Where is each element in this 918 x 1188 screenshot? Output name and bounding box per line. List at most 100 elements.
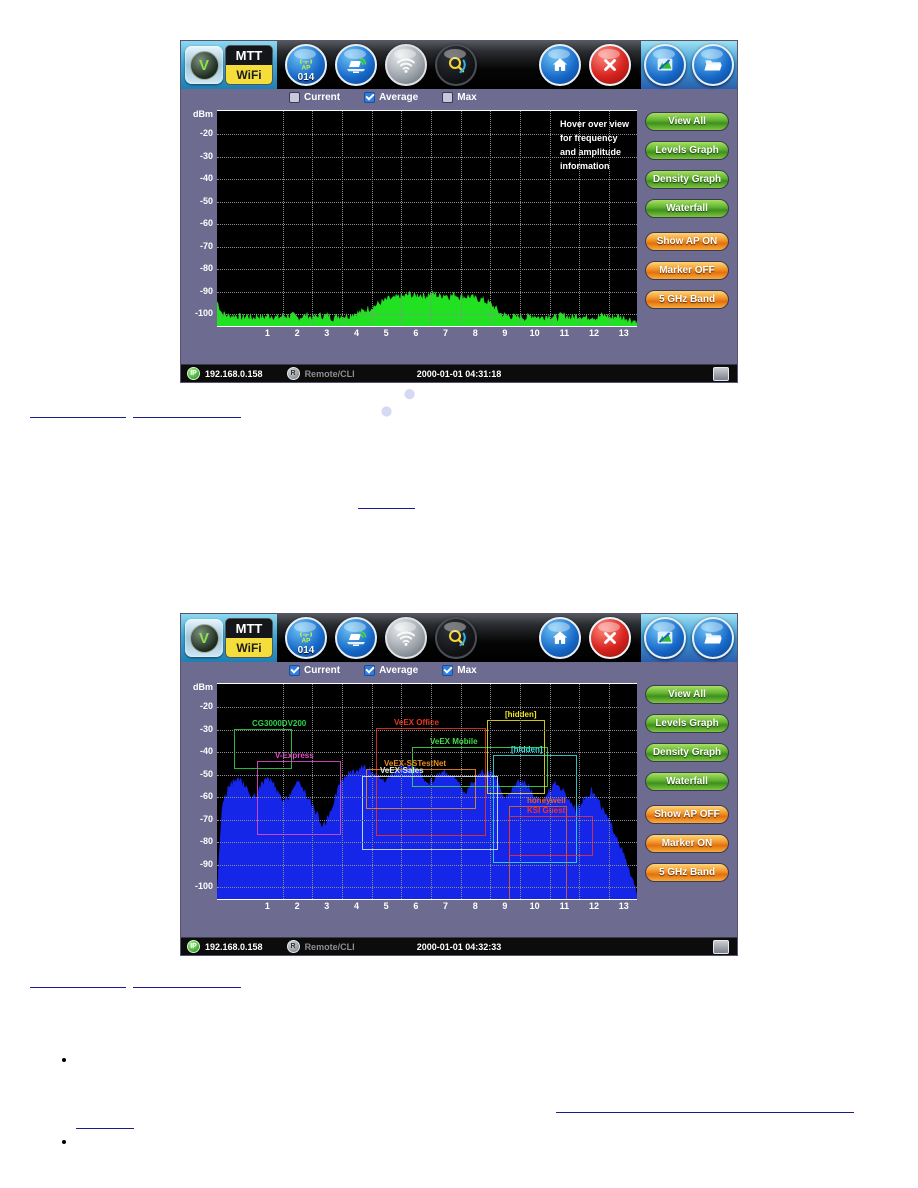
mode-current[interactable]: Current <box>289 92 340 103</box>
spectrum-chart-icon[interactable] <box>644 44 686 86</box>
grid-line-horizontal <box>217 246 637 248</box>
grid-line-vertical <box>549 684 551 899</box>
mode-average-label: Average <box>379 92 419 103</box>
spectrum-chart-icon[interactable] <box>644 617 686 659</box>
x-tick-ch10: 10 <box>529 901 540 911</box>
wifi-signal-icon[interactable] <box>385 44 427 86</box>
document-hyperlink[interactable] <box>30 987 126 988</box>
checkbox-current[interactable] <box>289 665 300 676</box>
band-select-button[interactable]: 5 GHz Band <box>645 290 729 309</box>
levels-graph-button[interactable]: Levels Graph <box>645 141 729 160</box>
grid-line-vertical <box>460 684 462 899</box>
screenshot-icon[interactable] <box>713 366 729 381</box>
ap-antenna-icon[interactable]: AP 014 <box>285 617 327 659</box>
spectrum-graph-2[interactable]: dBm -20 -30 -40 -50 -60 -70 -80 -90 -100 CG3000D… <box>181 679 637 938</box>
list-bullet <box>62 1058 66 1062</box>
density-graph-button[interactable]: Density Graph <box>645 170 729 189</box>
checkbox-max[interactable] <box>442 665 454 676</box>
home-icon[interactable] <box>539 44 581 86</box>
checkbox-average[interactable] <box>364 665 376 676</box>
grid-line-horizontal <box>217 179 637 180</box>
mode-average[interactable]: Average <box>364 92 418 103</box>
x-tick-ch5: 5 <box>383 328 389 338</box>
show-ap-toggle-button[interactable]: Show AP ON <box>645 232 729 251</box>
view-all-button[interactable]: View All <box>645 685 729 704</box>
vex-logo-button[interactable]: V <box>185 46 223 84</box>
laptop-signal-icon[interactable] <box>335 617 377 659</box>
checkbox-max[interactable] <box>442 92 454 103</box>
trace-mode-checkboxes: Current Average Max <box>181 89 737 106</box>
document-hyperlink[interactable] <box>133 987 241 988</box>
y-tick-neg20: -20 <box>199 128 213 138</box>
document-hyperlink[interactable] <box>556 1112 854 1113</box>
grid-line-vertical <box>282 111 284 326</box>
y-tick-neg20: -20 <box>199 701 213 711</box>
y-tick-neg90: -90 <box>199 285 213 296</box>
wifi-signal-icon[interactable] <box>385 617 427 659</box>
x-tick-ch6: 6 <box>413 901 419 911</box>
y-tick-neg60: -60 <box>199 218 213 228</box>
home-icon[interactable] <box>539 617 581 659</box>
band-select-button[interactable]: 5 GHz Band <box>645 863 729 882</box>
marker-toggle-button[interactable]: Marker ON <box>645 834 729 853</box>
ap-antenna-icon[interactable]: AP 014 <box>285 44 327 86</box>
close-icon[interactable] <box>589 44 631 86</box>
x-tick-ch9: 9 <box>502 901 508 911</box>
marker-toggle-button[interactable]: Marker OFF <box>645 261 729 280</box>
graph-plot-area-2[interactable]: CG3000DV200 V-Express VeEX Office VeEX Mobi… <box>217 683 637 900</box>
magnifier-icon[interactable] <box>435 617 477 659</box>
show-ap-toggle-button[interactable]: Show AP OFF <box>645 805 729 824</box>
grid-line-horizontal <box>217 314 637 315</box>
vex-logo-icon: V <box>189 623 219 653</box>
status-bar-1: IP 192.168.0.158 R Remote/CLI 2000-01-01… <box>181 364 737 382</box>
mode-average[interactable]: Average <box>364 665 418 676</box>
magnifier-icon[interactable] <box>435 44 477 86</box>
mode-max[interactable]: Max <box>442 92 477 103</box>
toolbar-app-shortcuts <box>641 614 737 662</box>
x-tick-ch6: 6 <box>413 328 419 338</box>
mode-max[interactable]: Max <box>442 665 477 676</box>
close-icon[interactable] <box>589 617 631 659</box>
checkbox-current[interactable] <box>289 92 300 103</box>
view-all-button[interactable]: View All <box>645 112 729 131</box>
screenshot-icon[interactable] <box>713 939 729 954</box>
toolbar-window-controls <box>539 44 631 86</box>
spectrum-graph-1[interactable]: dBm -20 -30 -40 -50 -60 -70 -80 -90 -100 Hover o… <box>181 106 637 365</box>
device-screenshot-average: V MTT WiFi AP 014 Current Average Max dB… <box>180 40 738 383</box>
checkbox-average[interactable] <box>364 92 376 103</box>
grid-line-vertical <box>609 684 611 899</box>
device-toolbar: V MTT WiFi AP 014 <box>181 41 737 89</box>
waterfall-button[interactable]: Waterfall <box>645 772 729 791</box>
y-tick-neg60: -60 <box>199 791 213 801</box>
grid-line-horizontal <box>217 864 637 866</box>
list-bullet <box>62 1140 66 1144</box>
datetime-label: 2000-01-01 04:31:18 <box>416 368 502 379</box>
grid-line-vertical <box>312 111 314 326</box>
y-tick-neg100: -100 <box>194 881 213 891</box>
document-hyperlink[interactable] <box>30 417 126 418</box>
y-tick-neg50: -50 <box>199 768 213 779</box>
grid-line-vertical <box>490 684 492 899</box>
grid-line-vertical <box>490 111 492 326</box>
graph-plot-area-1[interactable]: Hover over view for frequency and amplit… <box>217 110 637 327</box>
grid-line-vertical <box>341 111 343 326</box>
status-bar-2: IP 192.168.0.158 R Remote/CLI 2000-01-01… <box>181 937 737 955</box>
open-folder-icon[interactable] <box>692 44 734 86</box>
x-tick-ch11: 11 <box>559 901 570 911</box>
x-tick-ch5: 5 <box>383 901 389 911</box>
grid-line-vertical <box>609 111 611 326</box>
mode-current[interactable]: Current <box>289 665 340 676</box>
open-folder-icon[interactable] <box>692 617 734 659</box>
levels-graph-button[interactable]: Levels Graph <box>645 714 729 733</box>
vex-logo-button[interactable]: V <box>185 619 223 657</box>
document-hyperlink[interactable] <box>133 417 241 418</box>
x-tick-ch3: 3 <box>324 328 330 338</box>
x-tick-ch1: 1 <box>264 328 270 338</box>
density-graph-button[interactable]: Density Graph <box>645 743 729 762</box>
document-hyperlink[interactable] <box>358 508 415 509</box>
laptop-signal-icon[interactable] <box>335 44 377 86</box>
document-hyperlink[interactable] <box>76 1128 134 1129</box>
y-tick-neg30: -30 <box>199 723 213 734</box>
side-button-panel-2: View All Levels Graph Density Graph Wate… <box>637 679 737 938</box>
waterfall-button[interactable]: Waterfall <box>645 199 729 218</box>
